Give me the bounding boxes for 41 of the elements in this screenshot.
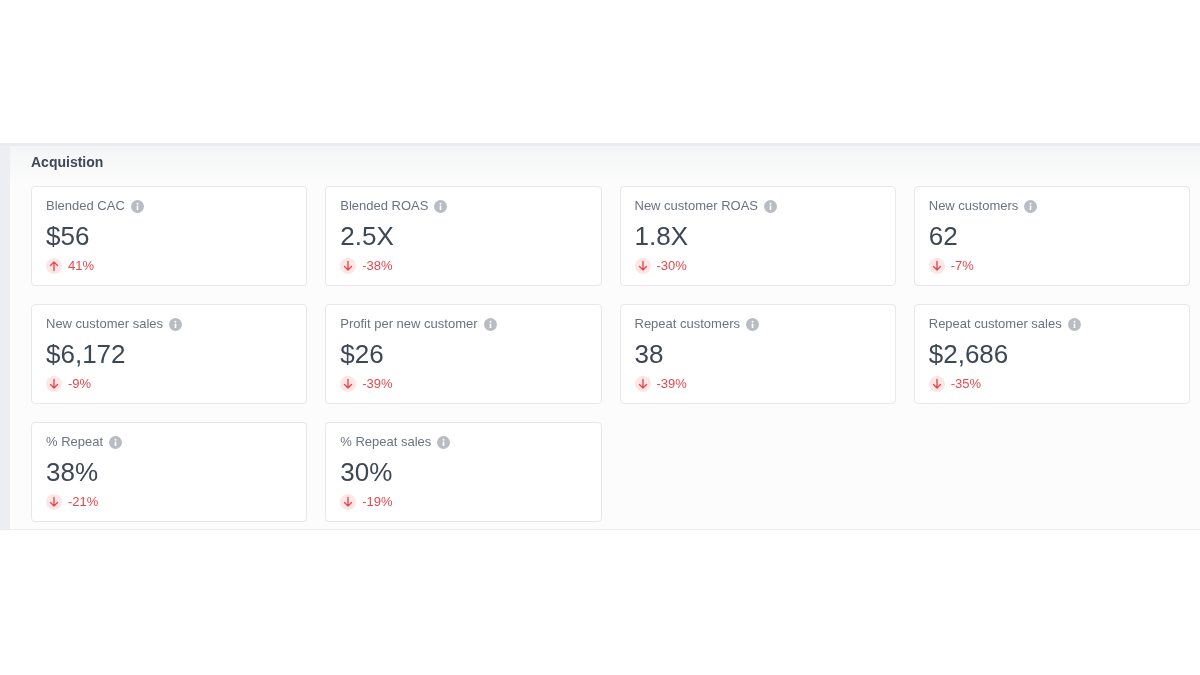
metric-value: 2.5X xyxy=(340,221,394,251)
info-icon[interactable] xyxy=(434,199,448,213)
metric-label: % Repeat sales xyxy=(340,434,432,450)
change-percent: -39% xyxy=(362,376,393,392)
metric-value: $56 xyxy=(46,221,90,251)
metric-value: 1.8X xyxy=(634,221,688,251)
info-icon[interactable] xyxy=(483,317,497,331)
change-percent: -35% xyxy=(950,376,982,392)
metric-label: % Repeat xyxy=(46,434,104,450)
change-percent: -38% xyxy=(362,258,393,274)
metric-label: New customer ROAS xyxy=(634,198,759,214)
metric-value: $26 xyxy=(340,339,384,369)
metric-label: Blended CAC xyxy=(46,198,125,214)
info-icon[interactable] xyxy=(1067,317,1081,331)
change-percent: -30% xyxy=(656,258,687,274)
metric-value: 38% xyxy=(46,457,99,487)
metric-label: Repeat customer sales xyxy=(928,316,1062,332)
metric-value: $2,686 xyxy=(928,339,1009,369)
info-icon[interactable] xyxy=(169,317,183,331)
metric-value: 62 xyxy=(928,221,958,251)
change-percent: -7% xyxy=(950,258,974,274)
info-icon[interactable] xyxy=(764,199,778,213)
metric-label: New customer sales xyxy=(46,316,164,332)
metric-label: Blended ROAS xyxy=(340,198,429,214)
metric-value: 38 xyxy=(634,339,664,369)
metric-value: $6,172 xyxy=(46,339,126,369)
metric-label: Repeat customers xyxy=(634,316,740,332)
change-percent: -9% xyxy=(68,376,92,392)
info-icon[interactable] xyxy=(109,435,123,449)
metric-label: New customers xyxy=(928,198,1019,214)
info-icon[interactable] xyxy=(1024,199,1038,213)
metric-value: 30% xyxy=(340,457,393,487)
change-percent: -19% xyxy=(362,494,393,510)
info-icon[interactable] xyxy=(130,199,144,213)
change-percent: 41% xyxy=(68,258,95,274)
metric-label: Profit per new customer xyxy=(340,316,478,332)
info-icon[interactable] xyxy=(437,435,451,449)
section-title: Acquistion xyxy=(31,153,104,171)
info-icon[interactable] xyxy=(746,317,759,331)
change-percent: -21% xyxy=(68,494,99,510)
change-percent: -39% xyxy=(656,376,687,392)
